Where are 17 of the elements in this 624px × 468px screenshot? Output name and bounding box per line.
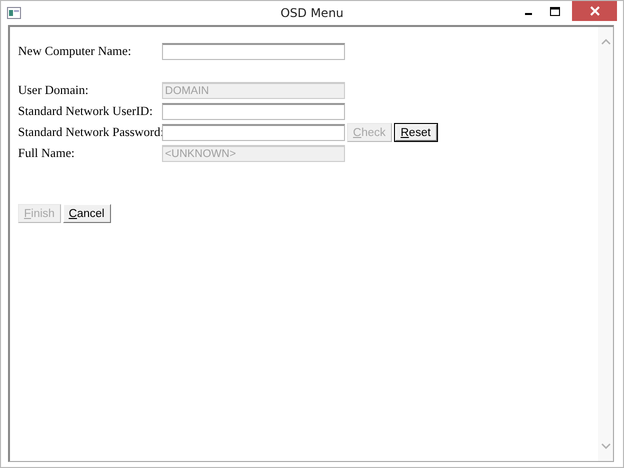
field-label: Standard Network UserID:	[18, 104, 154, 119]
reset-button[interactable]: Reset	[394, 123, 438, 142]
input-field[interactable]	[162, 124, 345, 141]
field-label: Full Name:	[18, 146, 76, 161]
field-label: New Computer Name:	[18, 44, 132, 59]
field-label: Standard Network Password:	[18, 125, 162, 140]
close-button[interactable]	[572, 1, 617, 21]
field-label: User Domain:	[18, 83, 90, 98]
app-icon	[7, 6, 21, 18]
scrollbar[interactable]	[598, 27, 613, 461]
cancel-button[interactable]: Cancel	[62, 204, 110, 223]
window-title: OSD Menu	[280, 6, 344, 20]
input-field[interactable]	[162, 103, 345, 120]
close-icon	[590, 6, 600, 16]
scroll-up-icon[interactable]	[600, 39, 610, 45]
input-field[interactable]	[162, 43, 345, 60]
scroll-down-icon[interactable]	[600, 443, 610, 449]
